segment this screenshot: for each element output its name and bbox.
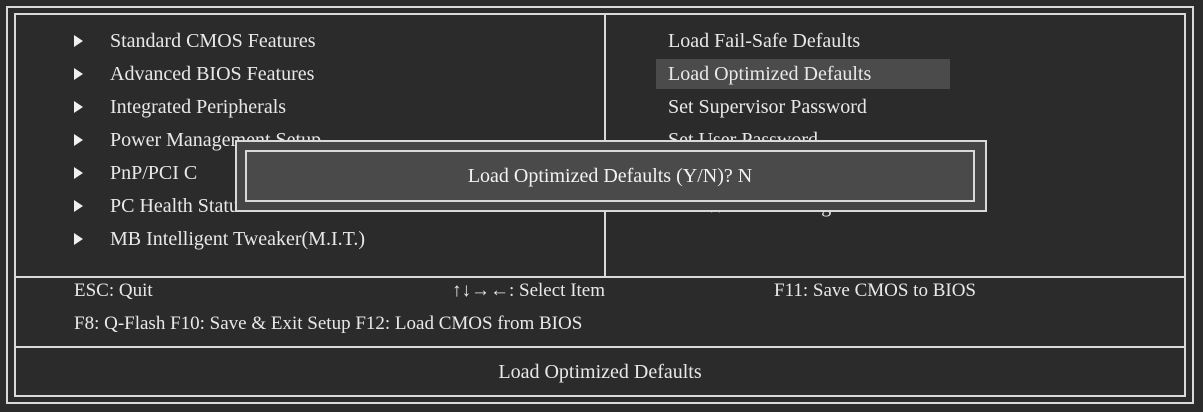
menu-item-load-fail-safe[interactable]: Load Fail-Safe Defaults [656, 26, 872, 56]
arrow-right-icon [74, 167, 83, 179]
help-f11: F11: Save CMOS to BIOS [774, 280, 976, 301]
menu-item-label: Load Fail-Safe Defaults [668, 30, 861, 52]
help-select: ↑↓→←: Select Item [452, 280, 606, 301]
arrow-right-icon [74, 68, 83, 80]
help-esc: ESC: Quit [74, 280, 153, 301]
menu-item-label: Load Optimized Defaults [668, 63, 872, 85]
confirm-dialog-inner: Load Optimized Defaults (Y/N)? N [245, 150, 975, 202]
status-bar: Load Optimized Defaults [498, 361, 702, 383]
confirm-prompt[interactable]: Load Optimized Defaults (Y/N)? N [247, 152, 973, 200]
arrow-right-icon [74, 134, 83, 146]
help-divider-bottom [14, 346, 1186, 348]
menu-item-supervisor-password[interactable]: Set Supervisor Password [656, 92, 879, 122]
menu-item-label: PnP/PCI C [110, 162, 198, 184]
menu-item-label: Integrated Peripherals [110, 96, 287, 118]
menu-item-label: Set Supervisor Password [668, 96, 867, 118]
arrow-right-icon [74, 233, 83, 245]
menu-item-label: Standard CMOS Features [110, 30, 316, 52]
menu-item-label: PC Health Status [110, 195, 247, 217]
arrow-right-icon [74, 35, 83, 47]
menu-item-label: Advanced BIOS Features [110, 63, 315, 85]
help-function-keys: F8: Q-Flash F10: Save & Exit Setup F12: … [74, 313, 583, 334]
arrow-right-icon [74, 200, 83, 212]
bios-screen: Standard CMOS Features Advanced BIOS Fea… [0, 0, 1203, 412]
arrow-right-icon [74, 101, 83, 113]
menu-item-load-optimized[interactable]: Load Optimized Defaults [656, 59, 950, 89]
menu-item-label: MB Intelligent Tweaker(M.I.T.) [110, 228, 366, 250]
confirm-dialog[interactable]: Load Optimized Defaults (Y/N)? N [235, 140, 987, 212]
